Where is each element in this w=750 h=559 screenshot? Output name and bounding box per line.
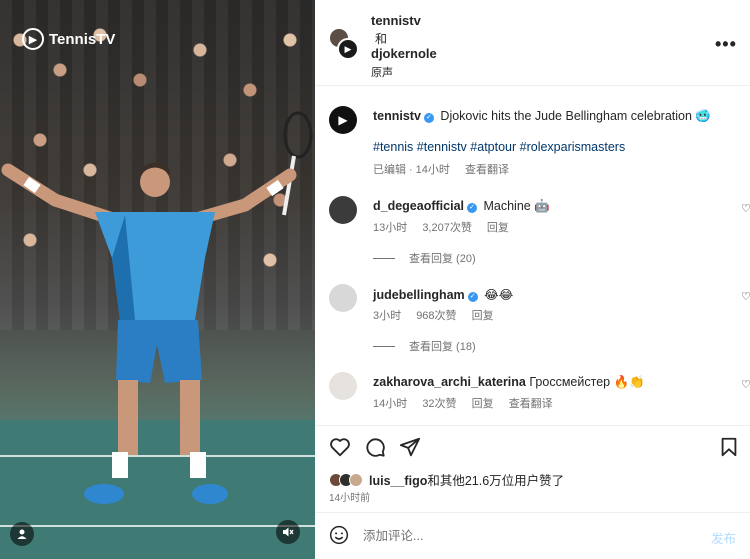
bookmark-icon[interactable] xyxy=(718,436,740,458)
comment-time[interactable]: 3小时 xyxy=(373,310,401,322)
reply-button[interactable]: 回复 xyxy=(487,222,509,234)
avatar[interactable] xyxy=(329,284,357,312)
likes-rest: 和其他21.6万位用户赞了 xyxy=(427,474,565,488)
edited-label: 已编辑 xyxy=(373,164,406,176)
collab-username[interactable]: djokernole xyxy=(371,46,437,61)
post-timestamp[interactable]: 14小时前 xyxy=(329,489,370,504)
user-icon[interactable] xyxy=(10,522,34,546)
collab-conjunction: 和 xyxy=(375,32,388,46)
collab-avatars[interactable]: ▶ xyxy=(329,28,361,60)
likes-first-user[interactable]: luis__figo xyxy=(369,474,427,488)
caption-hashtags[interactable]: #tennis #tennistv #atptour #rolexparisma… xyxy=(373,140,733,154)
comment-icon[interactable] xyxy=(364,436,386,458)
reply-button[interactable]: 回复 xyxy=(472,310,494,322)
audio-label[interactable]: 原声 xyxy=(371,64,393,80)
comment-text-line: zakharova_archi_katerina Гроссмейстер 🔥👏 xyxy=(373,375,703,390)
author-username[interactable]: tennistv xyxy=(371,13,421,28)
comment-text-line: judebellingham ✓ 😂😂 xyxy=(373,287,703,302)
caption-text: Djokovic hits the Jude Bellingham celebr… xyxy=(440,109,711,123)
verified-badge-icon: ✓ xyxy=(467,203,477,213)
post-comment-button[interactable]: 发布 xyxy=(711,528,736,547)
more-options-button[interactable]: ••• xyxy=(715,34,737,55)
divider xyxy=(373,257,395,259)
post-media[interactable]: ▶ TennisTV xyxy=(0,0,315,559)
meta-dot: · xyxy=(409,164,413,176)
comment-meta: 3小时 968次赞 回复 xyxy=(373,307,506,323)
avatar[interactable]: ▶ xyxy=(329,106,357,134)
verified-badge-icon: ✓ xyxy=(423,113,434,123)
comment-text-line: d_degeaofficial ✓ Machine 🤖 xyxy=(373,199,703,214)
emoji-icon[interactable] xyxy=(329,525,349,545)
comment-like-icon[interactable]: ♡ xyxy=(741,290,750,303)
tennistv-logo-text: TennisTV xyxy=(49,30,116,48)
likes-text: luis__figo和其他21.6万位用户赞了 xyxy=(369,470,564,489)
comment-likes[interactable]: 32次赞 xyxy=(422,398,456,410)
view-replies-label[interactable]: 查看回复 (20) xyxy=(409,250,476,266)
comment-text: 😂😂 xyxy=(484,288,514,302)
caption-time[interactable]: 14小时 xyxy=(416,164,450,176)
comment-likes[interactable]: 968次赞 xyxy=(416,310,456,322)
caption-text-line: tennistv ✓ Djokovic hits the Jude Belling… xyxy=(373,108,733,124)
avatar[interactable] xyxy=(329,196,357,224)
comment-item: d_degeaofficial ✓ Machine 🤖 13小时 3,207次赞 … xyxy=(329,196,750,236)
tennistv-logo: ▶ TennisTV xyxy=(22,28,115,50)
comment-like-icon[interactable]: ♡ xyxy=(741,202,750,215)
view-replies-button[interactable]: 查看回复 (18) xyxy=(373,338,476,354)
comment-username[interactable]: judebellingham xyxy=(373,288,465,302)
comment-username[interactable]: d_degeaofficial xyxy=(373,199,464,213)
post-actions-bar xyxy=(315,425,750,465)
post-details-panel: ▶ tennistv 和 djokernole 原声 ••• ▶ tennist… xyxy=(315,0,750,559)
post-header: ▶ tennistv 和 djokernole 原声 ••• xyxy=(315,0,750,86)
comment-item: zakharova_archi_katerina Гроссмейстер 🔥👏… xyxy=(329,372,750,412)
avatar: ▶ xyxy=(337,38,359,60)
comment-meta: 14小时 32次赞 回复 查看翻译 xyxy=(373,395,565,411)
view-replies-label[interactable]: 查看回复 (18) xyxy=(409,338,476,354)
comment-item: judebellingham ✓ 😂😂 3小时 968次赞 回复 ♡ xyxy=(329,284,750,324)
comment-likes[interactable]: 3,207次赞 xyxy=(422,222,472,234)
tennistv-logo-mark: ▶ xyxy=(22,28,44,50)
comment-time[interactable]: 13小时 xyxy=(373,222,407,234)
translate-link[interactable]: 查看翻译 xyxy=(509,398,553,410)
avatar xyxy=(349,472,363,487)
view-replies-button[interactable]: 查看回复 (20) xyxy=(373,250,476,266)
comment-time[interactable]: 14小时 xyxy=(373,398,407,410)
verified-badge-icon: ✓ xyxy=(467,292,478,302)
comment-input[interactable] xyxy=(363,526,663,546)
heart-icon[interactable] xyxy=(329,436,351,458)
avatar[interactable] xyxy=(329,372,357,400)
comment-username[interactable]: zakharova_archi_katerina xyxy=(373,375,526,389)
comment-composer: 发布 xyxy=(315,512,750,559)
caption-meta: 已编辑 · 14小时 查看翻译 xyxy=(373,161,521,177)
comment-meta: 13小时 3,207次赞 回复 xyxy=(373,219,521,235)
translate-link[interactable]: 查看翻译 xyxy=(465,164,509,176)
player-figure xyxy=(1,111,313,504)
comment-text: Гроссмейстер 🔥👏 xyxy=(529,375,645,389)
comment-like-icon[interactable]: ♡ xyxy=(741,378,750,391)
likes-summary[interactable]: luis__figo和其他21.6万位用户赞了 xyxy=(329,470,564,489)
comment-text: Machine 🤖 xyxy=(483,199,550,213)
send-icon[interactable] xyxy=(399,436,421,458)
volume-muted-icon[interactable] xyxy=(276,520,300,544)
reply-button[interactable]: 回复 xyxy=(472,398,494,410)
caption-username[interactable]: tennistv xyxy=(373,109,421,123)
divider xyxy=(373,345,395,347)
